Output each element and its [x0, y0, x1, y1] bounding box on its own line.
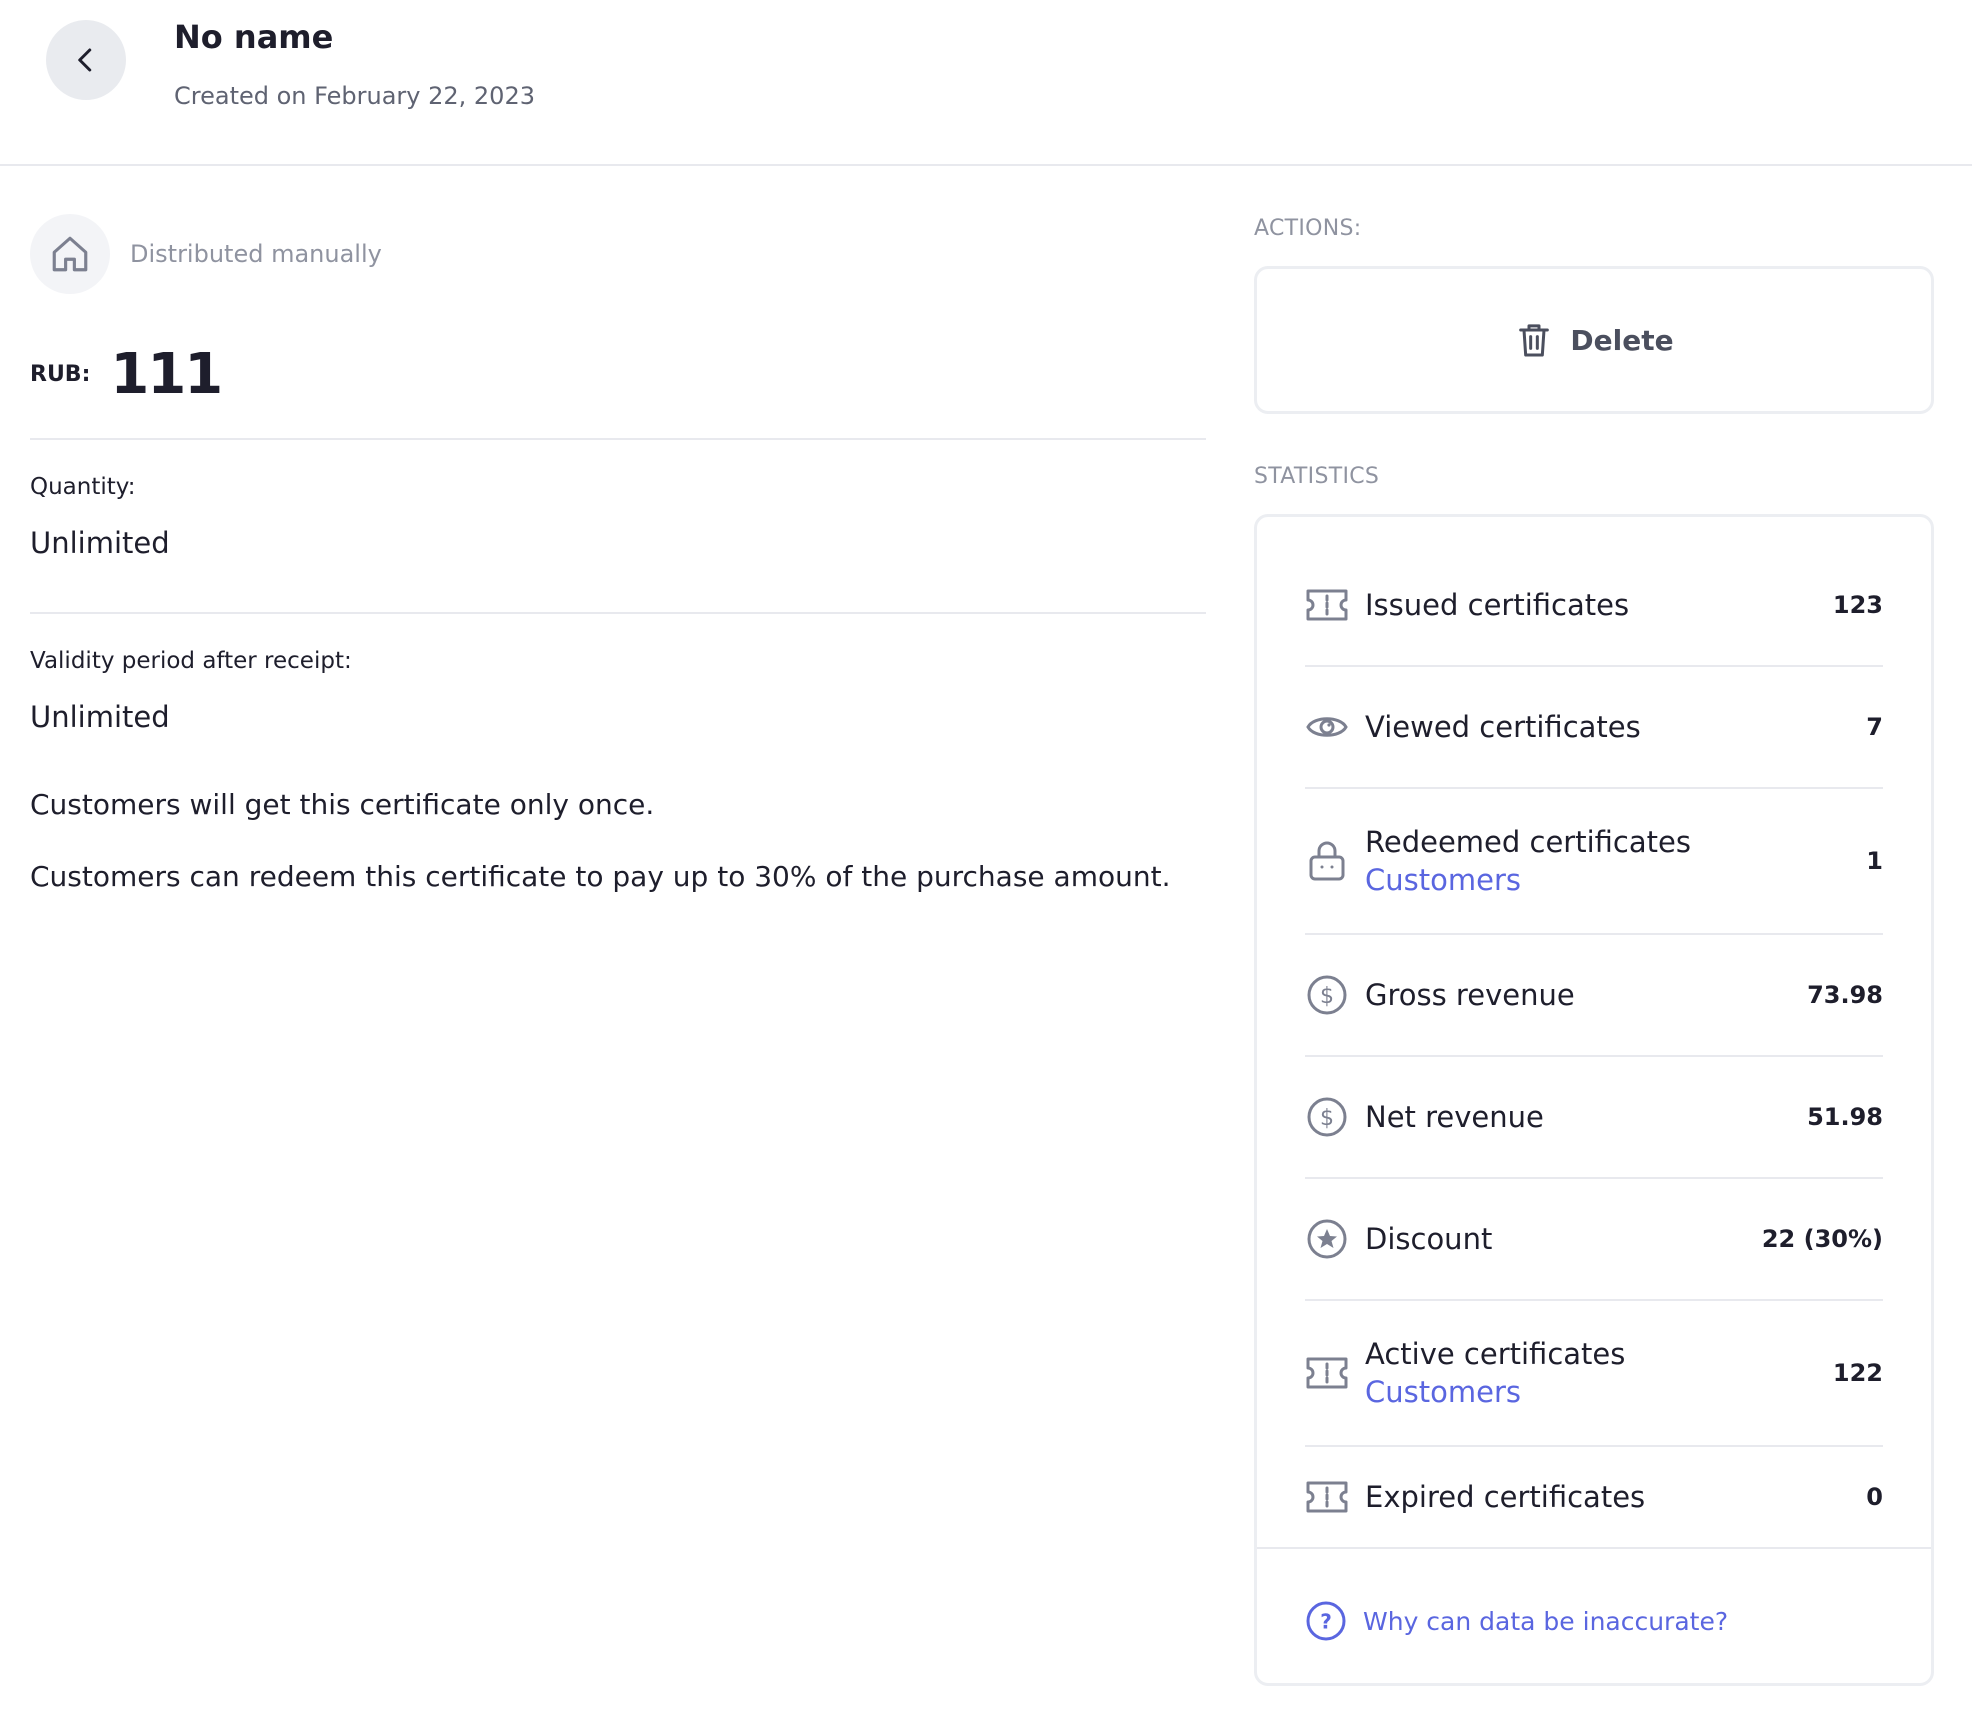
- svg-text:$: $: [1320, 984, 1334, 1009]
- stat-value: 123: [1832, 591, 1883, 619]
- stat-value: 22 (30%): [1761, 1225, 1883, 1253]
- stat-row-viewed: Viewed certificates 7: [1305, 667, 1883, 789]
- svg-text:?: ?: [1320, 1610, 1332, 1634]
- divider: [1257, 1547, 1931, 1549]
- stat-value: 1: [1866, 847, 1883, 875]
- validity-label: Validity period after receipt:: [30, 648, 352, 674]
- customers-link[interactable]: Customers: [1365, 1375, 1833, 1409]
- stat-value: 0: [1866, 1483, 1883, 1511]
- price-amount: 111: [110, 341, 223, 407]
- stat-label: Net revenue: [1365, 1100, 1544, 1134]
- help-link-label: Why can data be inaccurate?: [1363, 1606, 1729, 1636]
- data-accuracy-help-link[interactable]: ? Why can data be inaccurate?: [1305, 1591, 1728, 1651]
- statistics-section-label: STATISTICS: [1254, 464, 1380, 489]
- stat-label: Discount: [1365, 1222, 1493, 1256]
- stat-label: Viewed certificates: [1365, 710, 1641, 744]
- stat-row-gross-revenue: $ Gross revenue 73.98: [1305, 935, 1883, 1057]
- stat-row-expired: Expired certificates 0: [1305, 1447, 1883, 1547]
- validity-value: Unlimited: [30, 700, 170, 734]
- stat-row-net-revenue: $ Net revenue 51.98: [1305, 1057, 1883, 1179]
- home-icon: [30, 214, 110, 294]
- stat-row-issued: Issued certificates 123: [1305, 545, 1883, 667]
- ticket-icon: [1305, 1351, 1349, 1395]
- currency-label: RUB:: [30, 361, 91, 387]
- eye-icon: [1305, 705, 1349, 749]
- trash-icon: [1519, 324, 1550, 357]
- stat-value: 7: [1866, 713, 1883, 741]
- page-subtitle: Created on February 22, 2023: [174, 82, 535, 110]
- stat-label: Gross revenue: [1365, 978, 1575, 1012]
- customers-link[interactable]: Customers: [1365, 863, 1866, 897]
- distribution-label: Distributed manually: [130, 240, 382, 268]
- stat-value: 122: [1832, 1359, 1883, 1387]
- usage-info-once: Customers will get this certificate only…: [30, 788, 655, 821]
- lock-icon: [1305, 839, 1349, 883]
- back-button[interactable]: [46, 20, 126, 100]
- svg-text:$: $: [1320, 1106, 1334, 1131]
- dollar-icon: $: [1305, 1095, 1349, 1139]
- actions-section-label: ACTIONS:: [1254, 216, 1362, 241]
- page-title: No name: [174, 18, 334, 56]
- delete-label: Delete: [1570, 323, 1674, 357]
- usage-info-redeem: Customers can redeem this certificate to…: [30, 860, 1171, 893]
- dollar-icon: $: [1305, 973, 1349, 1017]
- stat-row-redeemed: Redeemed certificates Customers 1: [1305, 789, 1883, 935]
- star-icon: [1305, 1217, 1349, 1261]
- quantity-label: Quantity:: [30, 474, 136, 500]
- statistics-card: Issued certificates 123 Viewed certifica…: [1254, 514, 1934, 1686]
- stat-label: Expired certificates: [1365, 1480, 1646, 1514]
- stat-label: Active certificates: [1365, 1337, 1626, 1371]
- divider: [30, 438, 1206, 440]
- stat-label: Issued certificates: [1365, 588, 1630, 622]
- quantity-value: Unlimited: [30, 526, 170, 560]
- question-circle-icon: ?: [1306, 1601, 1346, 1641]
- stat-value: 73.98: [1807, 981, 1883, 1009]
- delete-button[interactable]: Delete: [1254, 266, 1934, 414]
- stat-row-discount: Discount 22 (30%): [1305, 1179, 1883, 1301]
- stat-value: 51.98: [1807, 1103, 1883, 1131]
- ticket-icon: [1305, 1475, 1349, 1519]
- page-header: No name Created on February 22, 2023: [0, 0, 1972, 166]
- ticket-icon: [1305, 583, 1349, 627]
- divider: [30, 612, 1206, 614]
- stat-label: Redeemed certificates: [1365, 825, 1691, 859]
- distribution-info: Distributed manually: [30, 214, 382, 294]
- stat-row-active: Active certificates Customers 122: [1305, 1301, 1883, 1447]
- price-block: RUB: 111: [30, 341, 223, 407]
- chevron-left-icon: [78, 48, 92, 72]
